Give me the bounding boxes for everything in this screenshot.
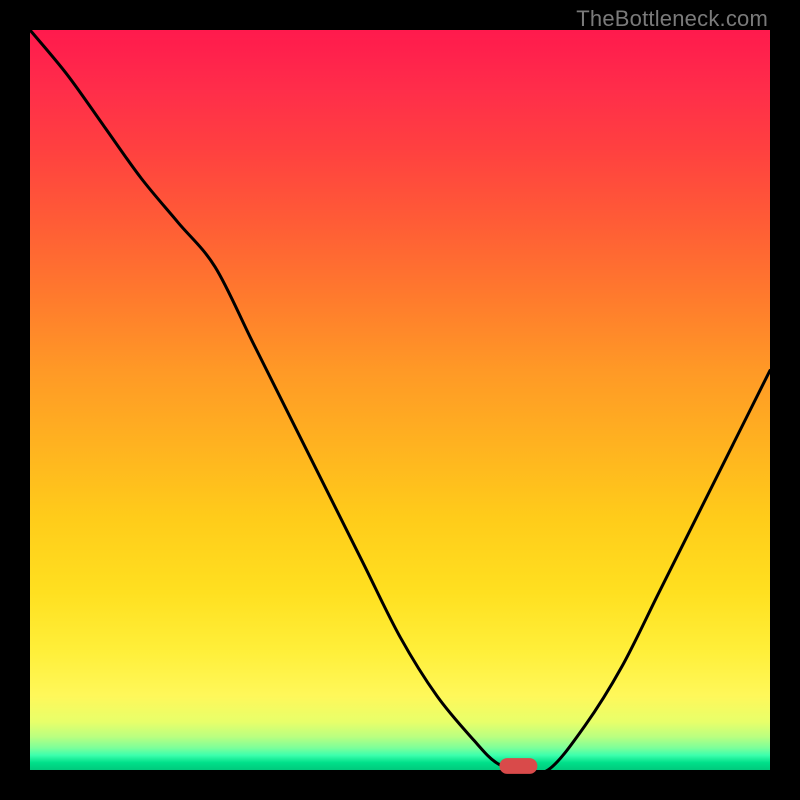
- watermark-text: TheBottleneck.com: [576, 6, 768, 32]
- curve-svg: [30, 30, 770, 770]
- optimal-marker: [500, 759, 537, 774]
- plot-area: [30, 30, 770, 770]
- chart-frame: TheBottleneck.com: [0, 0, 800, 800]
- bottleneck-curve: [30, 30, 770, 774]
